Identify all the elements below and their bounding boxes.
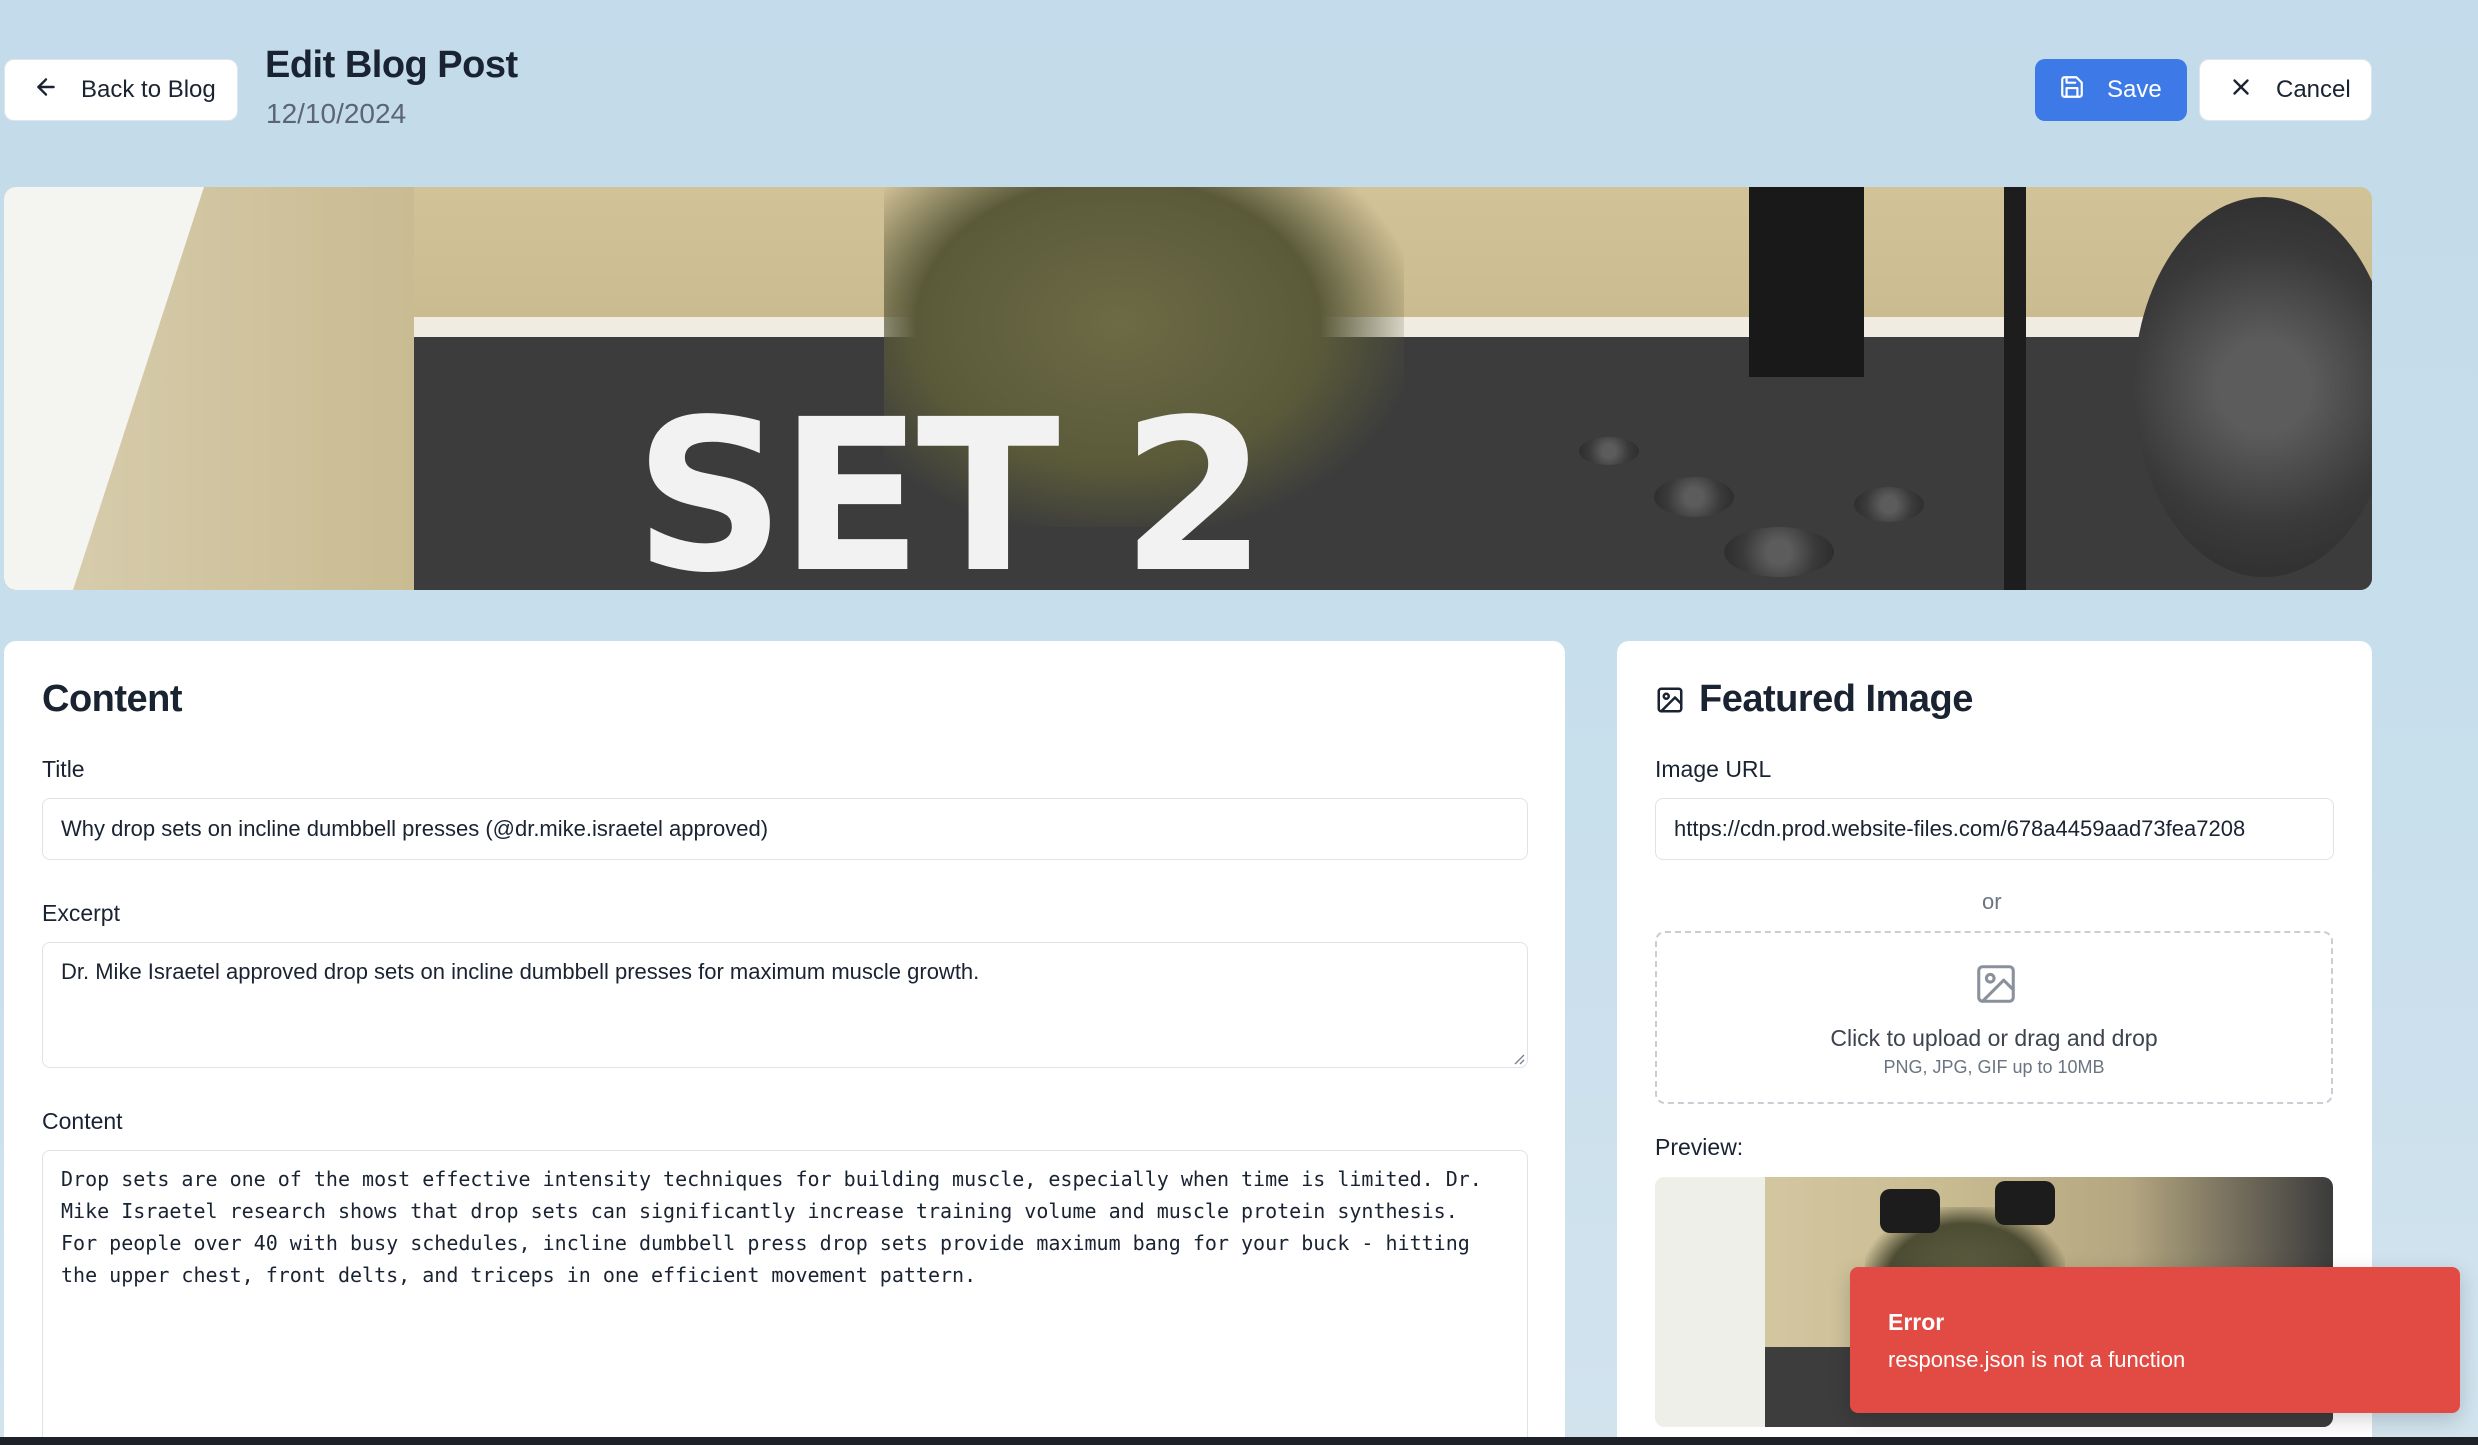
page-title: Edit Blog Post	[265, 44, 518, 86]
excerpt-label: Excerpt	[42, 900, 120, 926]
preview-label: Preview:	[1655, 1134, 1744, 1160]
image-url-input[interactable]: https://cdn.prod.website-files.com/678a4…	[1655, 798, 2334, 860]
hero-overlay-text: SET 2	[634, 374, 1267, 591]
hero-plate	[1579, 437, 1639, 465]
hero-featured-image: SET 2	[4, 187, 2372, 590]
cancel-button[interactable]: Cancel	[2199, 59, 2372, 121]
content-textarea[interactable]: Drop sets are one of the most effective …	[42, 1150, 1528, 1445]
preview-whiteboard	[1655, 1177, 1765, 1427]
toast-title: Error	[1888, 1309, 1945, 1335]
excerpt-textarea[interactable]: Dr. Mike Israetel approved drop sets on …	[42, 942, 1528, 1068]
content-label: Content	[42, 1108, 123, 1134]
or-divider: or	[1982, 889, 2002, 914]
preview-dumbbell	[1880, 1189, 1940, 1233]
content-card: Content Title Why drop sets on incline d…	[4, 641, 1565, 1445]
image-url-value: https://cdn.prod.website-files.com/678a4…	[1674, 816, 2246, 841]
title-label: Title	[42, 756, 85, 782]
back-to-blog-button[interactable]: Back to Blog	[4, 59, 238, 121]
upload-instructions: Click to upload or drag and drop	[1830, 1025, 2158, 1051]
title-input-value: Why drop sets on incline dumbbell presse…	[61, 816, 769, 841]
featured-image-title: Featured Image	[1699, 678, 1973, 720]
arrow-left-icon	[33, 74, 59, 107]
error-toast[interactable]: Error response.json is not a function	[1850, 1267, 2460, 1413]
back-to-blog-label: Back to Blog	[81, 76, 216, 103]
cancel-label: Cancel	[2276, 76, 2351, 103]
save-icon	[2059, 74, 2085, 107]
title-input[interactable]: Why drop sets on incline dumbbell presse…	[42, 798, 1528, 860]
excerpt-textarea-value: Dr. Mike Israetel approved drop sets on …	[61, 959, 980, 984]
save-button[interactable]: Save	[2035, 59, 2187, 121]
hero-rack	[2004, 187, 2026, 590]
upload-file-types: PNG, JPG, GIF up to 10MB	[1883, 1057, 2105, 1077]
close-icon	[2228, 74, 2254, 107]
resize-handle-icon[interactable]	[1511, 1051, 1525, 1065]
content-textarea-value: Drop sets are one of the most effective …	[61, 1167, 1482, 1287]
preview-dumbbell	[1995, 1181, 2055, 1225]
hero-speaker	[1749, 187, 1864, 377]
toast-message: response.json is not a function	[1888, 1347, 2186, 1372]
image-upload-icon	[1973, 961, 2019, 1007]
post-date: 12/10/2024	[266, 98, 407, 129]
bottom-edge-bar	[0, 1437, 2478, 1445]
image-url-label: Image URL	[1655, 756, 1772, 782]
image-icon	[1655, 685, 1685, 715]
image-upload-dropzone[interactable]: Click to upload or drag and drop PNG, JP…	[1655, 931, 2333, 1104]
hero-plate	[1854, 487, 1924, 522]
content-card-title: Content	[42, 678, 183, 720]
hero-plate	[1724, 527, 1834, 577]
save-label: Save	[2107, 76, 2162, 103]
hero-plate	[1654, 477, 1734, 517]
